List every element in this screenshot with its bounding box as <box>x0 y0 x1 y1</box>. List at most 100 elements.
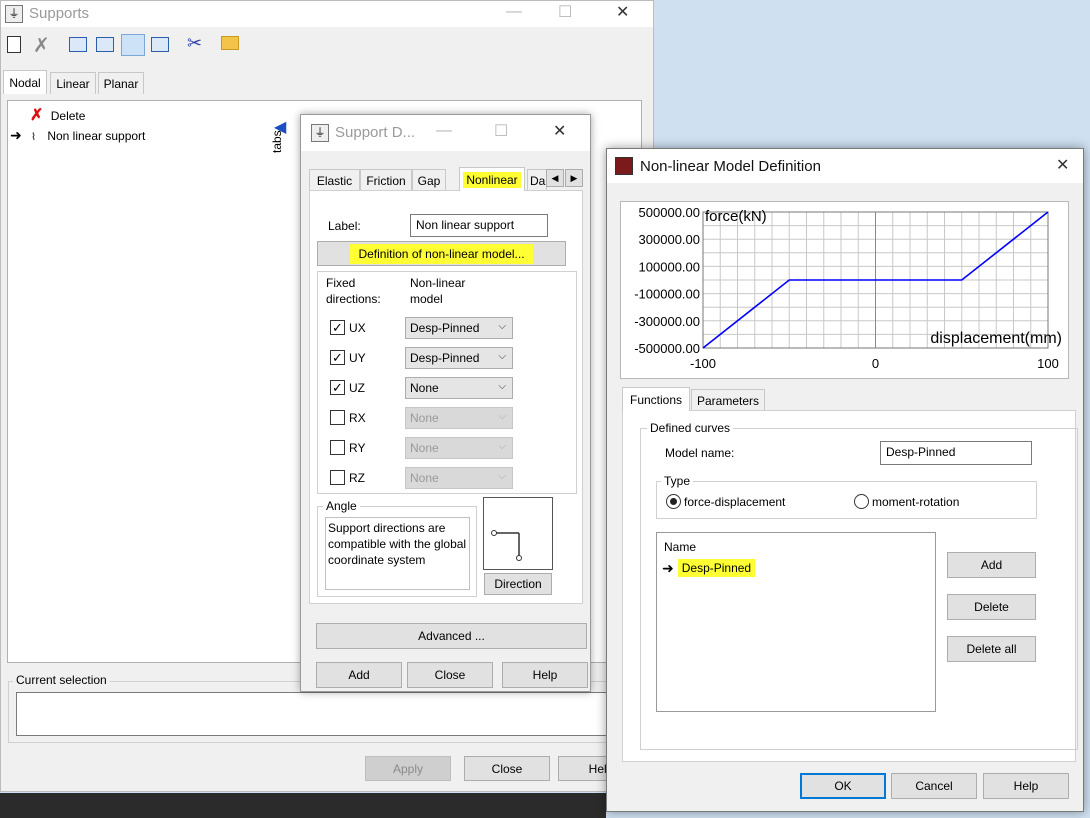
list-item-nonlinear[interactable]: ➜ ⌇ Non linear support <box>10 127 145 145</box>
checkbox-rx[interactable] <box>330 410 345 425</box>
direction-button[interactable]: Direction <box>484 573 552 595</box>
new-document-icon[interactable] <box>7 36 21 53</box>
delete-x-icon: ✗ <box>30 107 44 124</box>
arrow-right-icon: ➜ <box>662 559 674 576</box>
current-selection-input[interactable] <box>16 692 642 736</box>
tab-planar-label: Planar <box>103 76 139 91</box>
tab-nonlinear[interactable]: Nonlinear <box>459 167 525 191</box>
checkbox-rz[interactable] <box>330 470 345 485</box>
close-button[interactable]: Close <box>407 662 493 688</box>
delete-curve-button[interactable]: Delete <box>947 594 1036 620</box>
open-folder-icon[interactable] <box>221 36 239 50</box>
ok-label: OK <box>834 779 852 793</box>
ok-button[interactable]: OK <box>800 773 886 799</box>
list-item-desp-pinned[interactable]: ➜ Desp-Pinned <box>662 559 756 577</box>
tab-damping[interactable]: Da <box>527 169 547 191</box>
support-dialog-titlebar: ⏚ Support D... — ☐ ✕ <box>301 115 590 151</box>
tab-label: Parameters <box>696 393 760 408</box>
tab-elastic[interactable]: Elastic <box>309 169 360 191</box>
model-select-value: Desp-Pinned <box>410 321 480 335</box>
curves-list[interactable]: Name ➜ Desp-Pinned <box>656 532 936 712</box>
tab-functions[interactable]: Functions <box>622 387 690 411</box>
direction-label: Direction <box>494 577 542 591</box>
apply-button[interactable]: Apply <box>365 756 451 781</box>
model-name-input[interactable]: Desp-Pinned <box>880 441 1032 465</box>
tab-gap[interactable]: Gap <box>412 169 446 191</box>
checkbox-ux[interactable]: ✓ <box>330 320 345 335</box>
model-select-rz: None ⌵ <box>405 467 513 489</box>
y-axis-label: force(kN) <box>705 208 767 225</box>
checkbox-uy[interactable]: ✓ <box>330 350 345 365</box>
cut-icon[interactable]: ✂ <box>187 33 202 54</box>
help-button[interactable]: Help <box>983 773 1069 799</box>
radio-label: moment-rotation <box>872 494 960 509</box>
force-displacement-chart: 500000.00 300000.00 100000.00 -100000.00 -30… <box>634 205 1062 371</box>
direction-label-ry: RY <box>349 441 366 455</box>
nonlinear-app-icon <box>615 157 633 175</box>
minimize-icon[interactable]: — <box>436 122 452 140</box>
view-icon-2[interactable] <box>96 37 114 52</box>
direction-label-uz: UZ <box>349 381 365 395</box>
tab-label: Da <box>530 173 546 188</box>
chevron-down-icon: ⌵ <box>498 381 506 392</box>
tab-label: Functions <box>629 392 683 407</box>
name-column-header: Name <box>664 540 697 554</box>
current-selection-label: Current selection <box>13 673 110 687</box>
chevron-down-icon: ⌵ <box>498 321 506 332</box>
taskbar-strip <box>0 793 606 818</box>
model-select-ux[interactable]: Desp-Pinned ⌵ <box>405 317 513 339</box>
minimize-icon[interactable]: — <box>506 3 522 21</box>
y-tick-label: -300000.00 <box>634 314 700 329</box>
add-curve-button[interactable]: Add <box>947 552 1036 578</box>
close-icon[interactable]: ✕ <box>553 121 566 141</box>
x-tick-label: 100 <box>1037 356 1059 371</box>
tab-linear[interactable]: Linear <box>50 72 96 94</box>
table-view-icon[interactable] <box>121 34 145 56</box>
close-icon[interactable]: ✕ <box>1056 155 1069 175</box>
close-icon[interactable]: ✕ <box>616 2 629 22</box>
tab-scroll-left[interactable]: ◀ <box>546 169 564 187</box>
advanced-button[interactable]: Advanced ... <box>316 623 587 649</box>
maximize-icon[interactable]: ☐ <box>558 2 572 22</box>
radio-moment-rotation[interactable]: moment-rotation <box>854 494 959 509</box>
model-select-value: None <box>410 381 439 395</box>
radio-empty-icon <box>854 494 869 509</box>
tab-friction[interactable]: Friction <box>360 169 412 191</box>
cancel-button[interactable]: Cancel <box>891 773 977 799</box>
model-select-value: Desp-Pinned <box>410 351 480 365</box>
nonlinear-dialog-title: Non-linear Model Definition <box>640 158 821 175</box>
checkbox-uz[interactable]: ✓ <box>330 380 345 395</box>
arrow-right-icon: ➜ <box>10 127 22 143</box>
model-name-label: Model name: <box>665 446 735 460</box>
support-dialog-icon: ⏚ <box>311 124 329 142</box>
model-select-uy[interactable]: Desp-Pinned ⌵ <box>405 347 513 369</box>
support-dialog-title: Support D... <box>335 124 416 141</box>
checkbox-ry[interactable] <box>330 440 345 455</box>
radio-force-displacement[interactable]: force-displacement <box>666 494 785 509</box>
close-button[interactable]: Close <box>464 756 550 781</box>
list-item-delete[interactable]: ✗ Delete <box>30 105 85 124</box>
model-select-uz[interactable]: None ⌵ <box>405 377 513 399</box>
delete-all-button[interactable]: Delete all <box>947 636 1036 662</box>
tab-nodal[interactable]: Nodal <box>3 70 47 94</box>
tab-scroll-right[interactable]: ▶ <box>565 169 583 187</box>
grid-view-icon[interactable] <box>151 37 169 52</box>
delete-all-label: Delete all <box>966 642 1017 656</box>
nonlinear-tab-panel: Label: Non linear support Definition of … <box>309 190 583 604</box>
help-label: Help <box>1013 779 1039 793</box>
delete-icon[interactable]: ✗ <box>33 33 50 58</box>
view-icon-1[interactable] <box>69 37 87 52</box>
tab-parameters[interactable]: Parameters <box>691 389 765 411</box>
supports-titlebar: ⏚ Supports — ☐ ✕ <box>1 1 653 27</box>
tab-planar[interactable]: Planar <box>98 72 144 94</box>
y-tick-label: 100000.00 <box>639 259 700 274</box>
direction-label-rx: RX <box>349 411 366 425</box>
maximize-icon[interactable]: ☐ <box>494 121 508 141</box>
add-button[interactable]: Add <box>316 662 402 688</box>
model-select-rx: None ⌵ <box>405 407 513 429</box>
apply-label: Apply <box>392 761 424 776</box>
delete-label: Delete <box>974 600 1009 614</box>
tab-label: Nonlinear <box>463 171 521 188</box>
type-title: Type <box>661 474 694 488</box>
help-button[interactable]: Help <box>502 662 588 688</box>
